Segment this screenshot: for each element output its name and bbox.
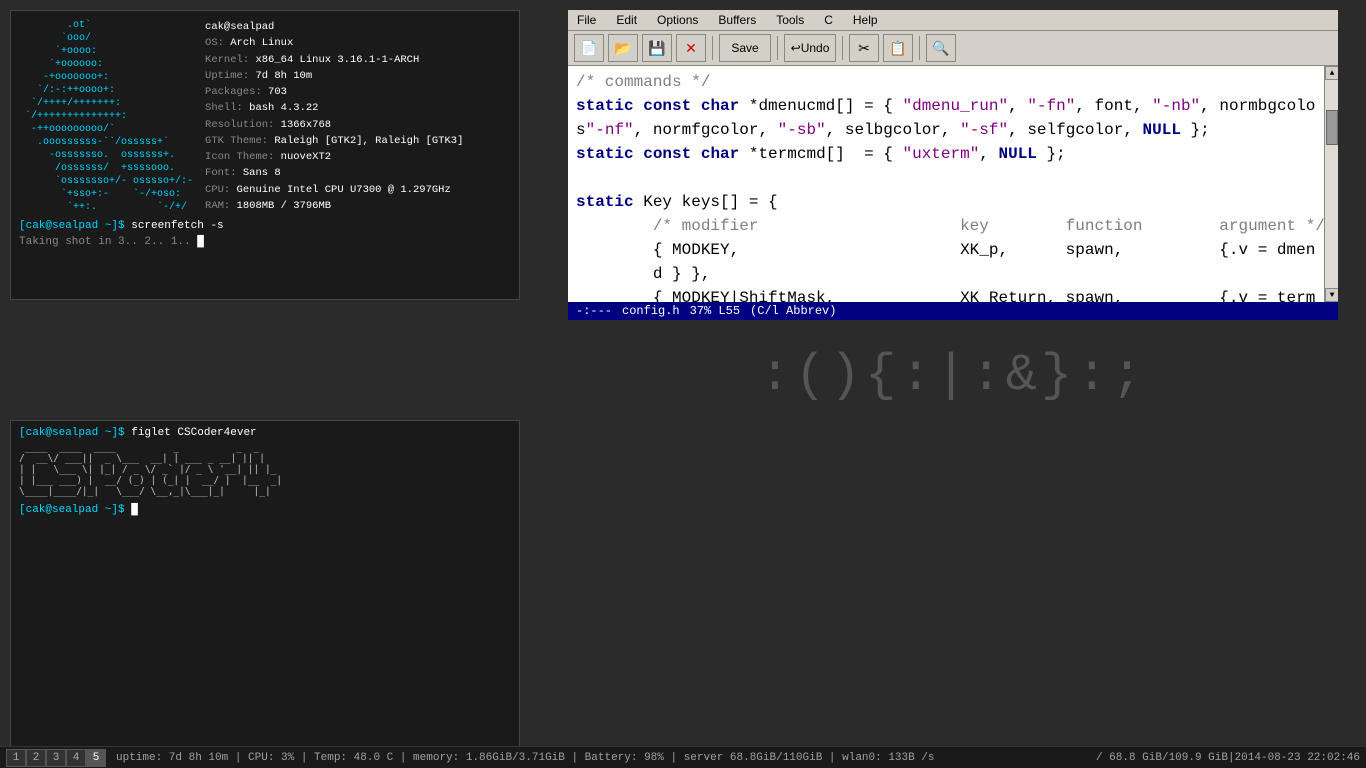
ascii-art: .ot` `ooo/ `+oooo: `+oooooo: -+ooooooo+:… bbox=[19, 19, 193, 214]
scroll-down-button[interactable]: ▼ bbox=[1325, 288, 1338, 302]
toolbar-sep-1 bbox=[712, 36, 713, 60]
emacs-toolbar: 📄 📂 💾 ✕ Save ↩ Undo ✂ 📋 🔍 bbox=[568, 31, 1338, 66]
code-line-8: { MODKEY, XK_p, spawn, {.v = dmenucm▶ bbox=[576, 238, 1316, 262]
emacs-filename: config.h bbox=[622, 304, 680, 318]
emacs-body: /* commands */ static const char *dmenuc… bbox=[568, 66, 1338, 302]
save-disk-button[interactable]: 💾 bbox=[642, 34, 672, 62]
menu-help[interactable]: Help bbox=[850, 12, 881, 28]
menu-c[interactable]: C bbox=[821, 12, 836, 28]
screenshot-prompt: [cak@sealpad ~]$ screenfetch -s bbox=[19, 220, 511, 232]
code-line-10: { MODKEY|ShiftMask, XK_Return, spawn, {.… bbox=[576, 286, 1316, 302]
toolbar-sep-3 bbox=[842, 36, 843, 60]
status-stats: uptime: 7d 8h 10m | CPU: 3% | Temp: 48.0… bbox=[116, 752, 935, 764]
screenshot-countdown: Taking shot in 3.. 2.. 1.. █ bbox=[19, 236, 511, 248]
menu-file[interactable]: File bbox=[574, 12, 599, 28]
center-display: :(){:|:&}:; bbox=[568, 340, 1338, 410]
workspace-1[interactable]: 1 bbox=[6, 749, 26, 767]
search-button[interactable]: 🔍 bbox=[926, 34, 956, 62]
workspace-tabs: 1 2 3 4 5 bbox=[6, 749, 106, 767]
code-line-4: static const char *termcmd[] = { "uxterm… bbox=[576, 142, 1316, 166]
emacs-statusbar: -:--- config.h 37% L55 (C/l Abbrev) bbox=[568, 302, 1338, 320]
emacs-editor[interactable]: File Edit Options Buffers Tools C Help 📄… bbox=[568, 10, 1338, 320]
code-line-3: s"-nf", normfgcolor, "-sb", selbgcolor, … bbox=[576, 118, 1316, 142]
statusbar: 1 2 3 4 5 uptime: 7d 8h 10m | CPU: 3% | … bbox=[0, 746, 1366, 768]
figlet-prompt: [cak@sealpad ~]$ figlet CSCoder4ever bbox=[19, 427, 511, 439]
toolbar-sep-2 bbox=[777, 36, 778, 60]
cut-button[interactable]: ✂ bbox=[849, 34, 879, 62]
code-line-9: d } }, bbox=[576, 262, 1316, 286]
emacs-mode2: (C/l Abbrev) bbox=[750, 304, 836, 318]
save-button[interactable]: Save bbox=[719, 34, 771, 62]
menu-buffers[interactable]: Buffers bbox=[715, 12, 759, 28]
bottom-prompt: [cak@sealpad ~]$ █ bbox=[19, 504, 511, 516]
menu-edit[interactable]: Edit bbox=[613, 12, 640, 28]
workspace-2[interactable]: 2 bbox=[26, 749, 46, 767]
new-file-button[interactable]: 📄 bbox=[574, 34, 604, 62]
code-line-6: static Key keys[] = { bbox=[576, 190, 1316, 214]
status-left: 1 2 3 4 5 uptime: 7d 8h 10m | CPU: 3% | … bbox=[6, 749, 935, 767]
workspace-3[interactable]: 3 bbox=[46, 749, 66, 767]
terminal-top[interactable]: .ot` `ooo/ `+oooo: `+oooooo: -+ooooooo+:… bbox=[10, 10, 520, 300]
close-buffer-button[interactable]: ✕ bbox=[676, 34, 706, 62]
status-right: / 68.8 GiB/109.9 GiB|2014-08-23 22:02:46 bbox=[1096, 752, 1360, 764]
scroll-thumb[interactable] bbox=[1326, 110, 1338, 145]
emacs-code-area[interactable]: /* commands */ static const char *dmenuc… bbox=[568, 66, 1324, 302]
code-line-1: /* commands */ bbox=[576, 70, 1316, 94]
emacs-scrollbar[interactable]: ▲ ▼ bbox=[1324, 66, 1338, 302]
code-line-7: /* modifier key function argument */ bbox=[576, 214, 1316, 238]
code-line-5 bbox=[576, 166, 1316, 190]
toolbar-sep-4 bbox=[919, 36, 920, 60]
menu-tools[interactable]: Tools bbox=[773, 12, 807, 28]
terminal-bottom[interactable]: [cak@sealpad ~]$ figlet CSCoder4ever ___… bbox=[10, 420, 520, 755]
figlet-output: ____ ____ ____ _ _ _ / __\/ ___|| _ \___… bbox=[19, 443, 511, 498]
workspace-5[interactable]: 5 bbox=[86, 749, 106, 767]
scroll-up-button[interactable]: ▲ bbox=[1325, 66, 1338, 80]
emacs-position: 37% L55 bbox=[690, 304, 740, 318]
emacs-mode: -:--- bbox=[576, 304, 612, 318]
copy-button[interactable]: 📋 bbox=[883, 34, 913, 62]
fork-bomb-text: :(){:|:&}:; bbox=[759, 346, 1146, 405]
open-file-button[interactable]: 📂 bbox=[608, 34, 638, 62]
undo-button[interactable]: ↩ Undo bbox=[784, 34, 836, 62]
workspace-4[interactable]: 4 bbox=[66, 749, 86, 767]
sysinfo-panel: cak@sealpad OS: Arch Linux Kernel: x86_6… bbox=[205, 19, 463, 214]
menu-options[interactable]: Options bbox=[654, 12, 701, 28]
code-line-2: static const char *dmenucmd[] = { "dmenu… bbox=[576, 94, 1316, 118]
emacs-menubar: File Edit Options Buffers Tools C Help bbox=[568, 10, 1338, 31]
